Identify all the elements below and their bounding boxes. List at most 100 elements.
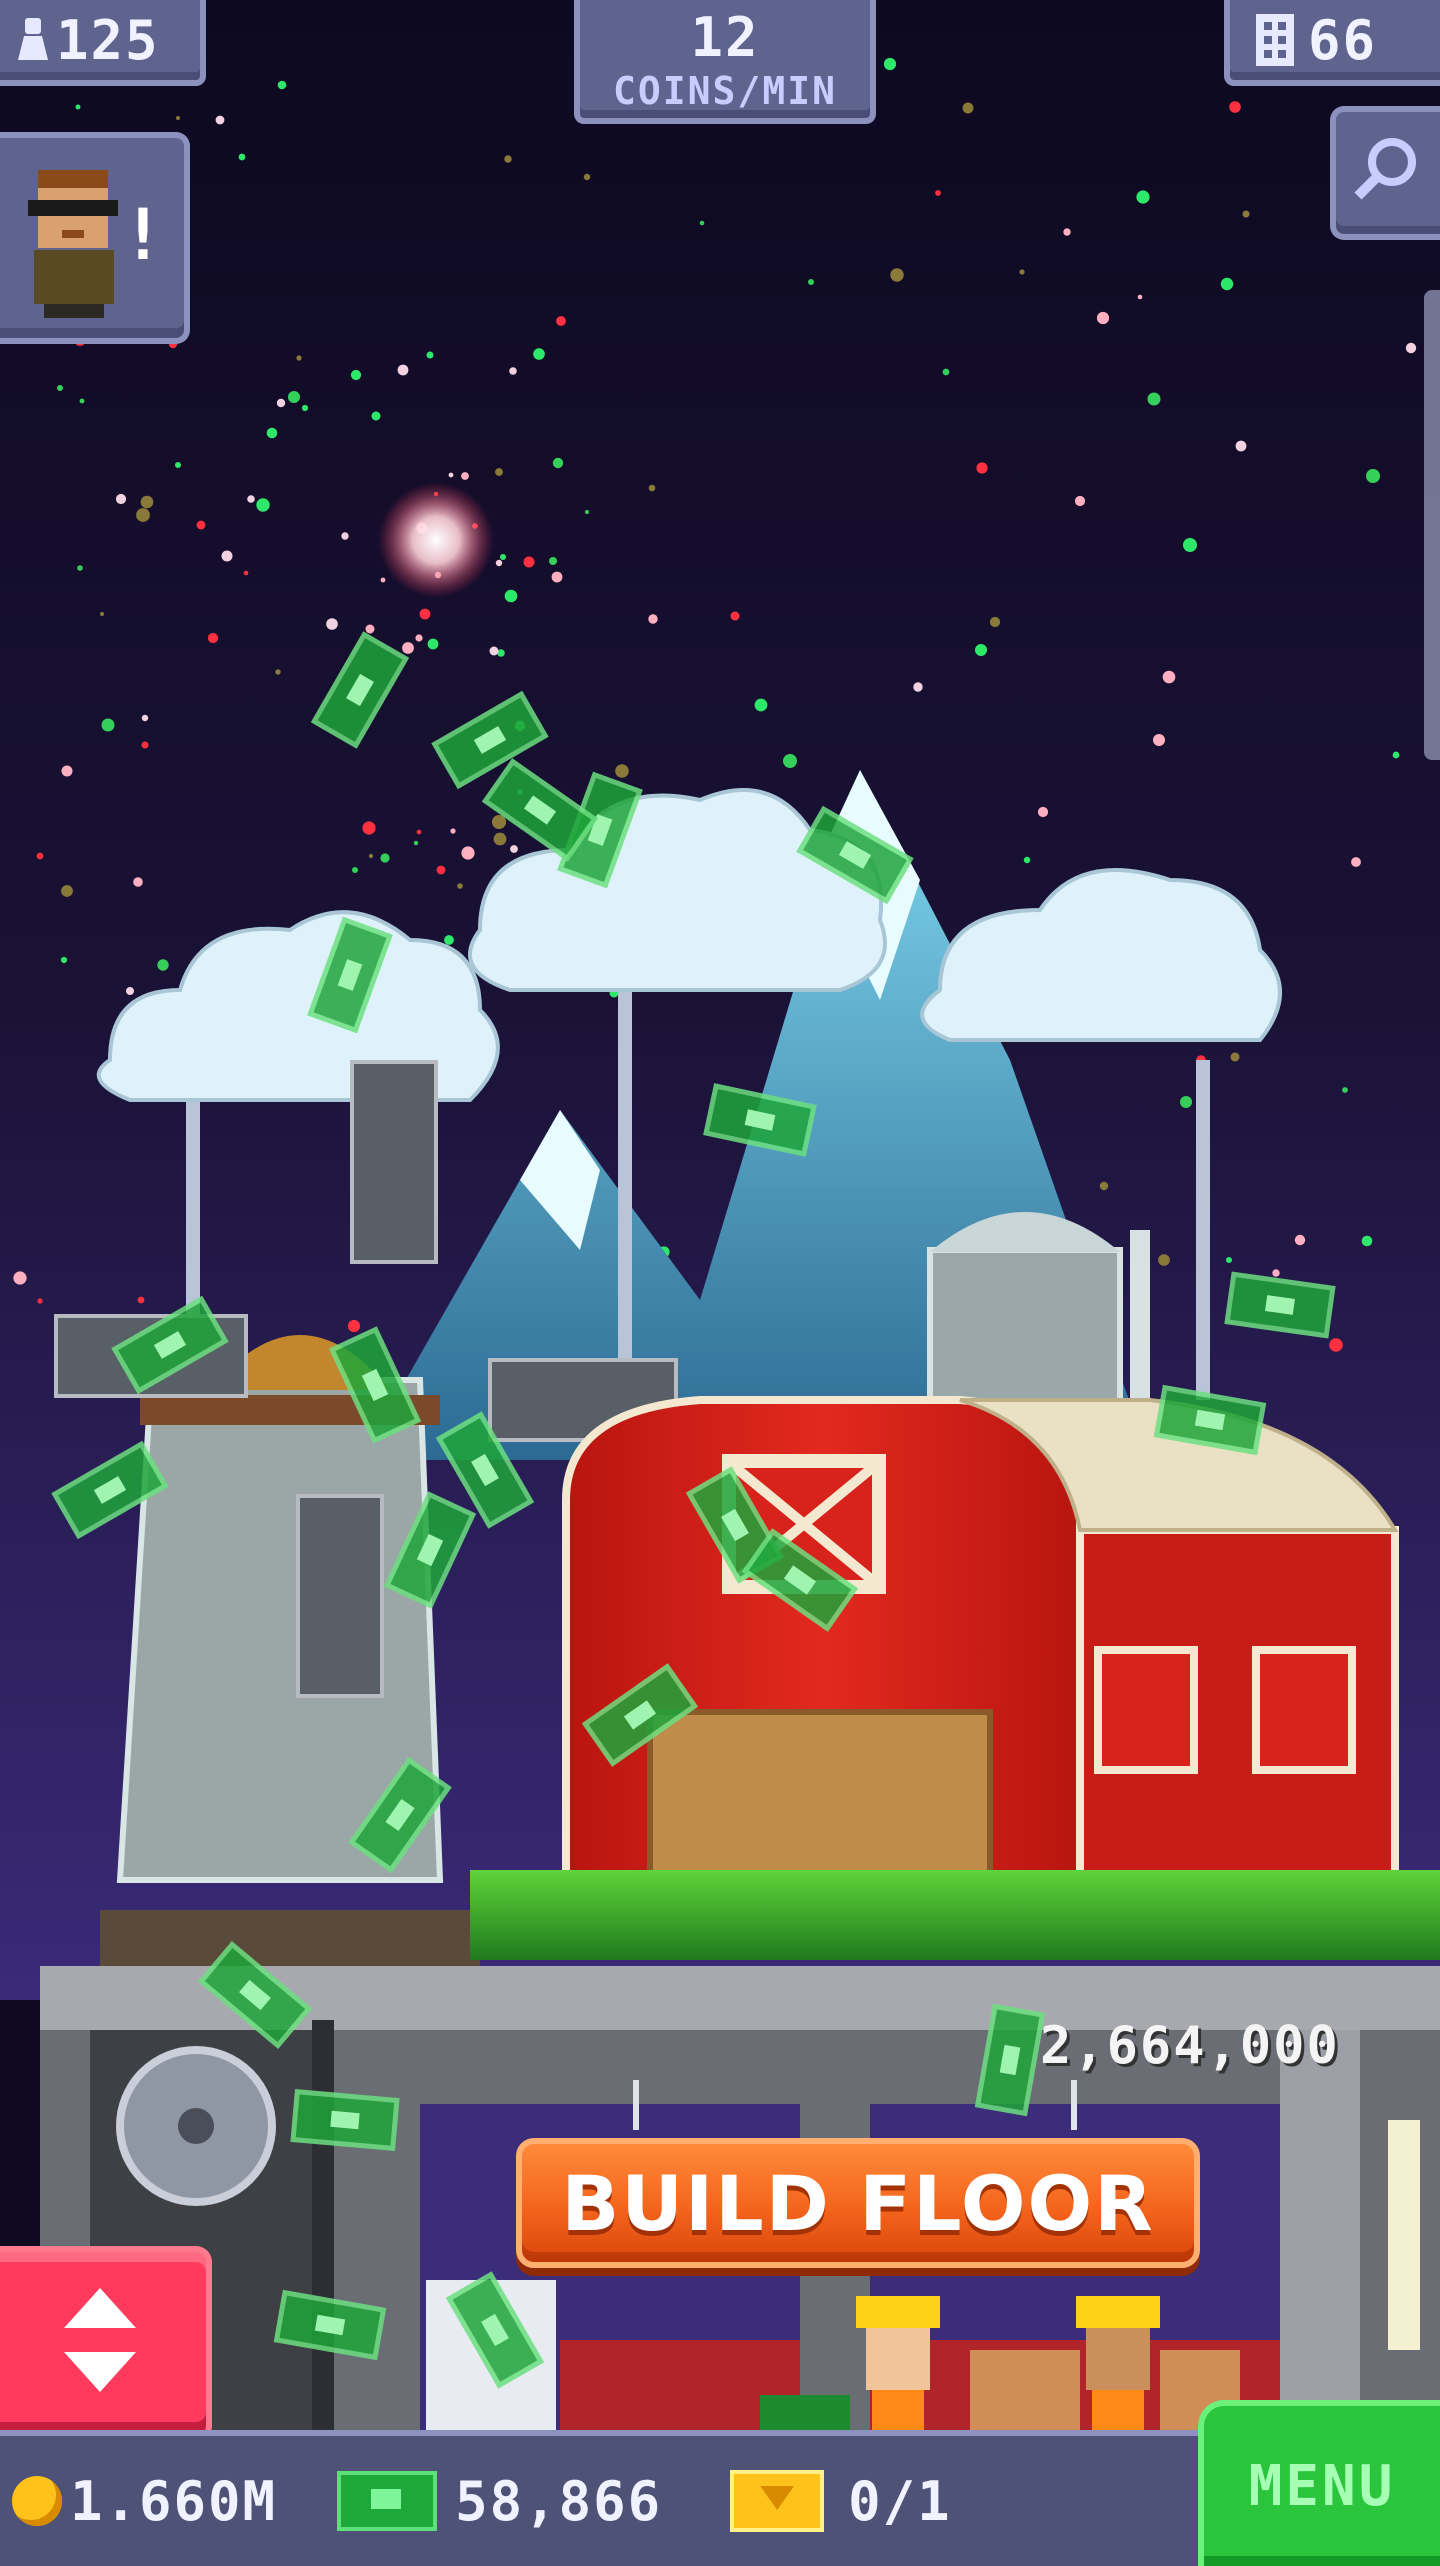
- firework-spark: [699, 220, 705, 226]
- firework-spark: [1366, 469, 1380, 483]
- firework-spark: [754, 698, 768, 712]
- firework-spark: [495, 468, 503, 476]
- firework-spark: [1023, 856, 1031, 864]
- firework-spark: [347, 1319, 361, 1333]
- firework-spark: [444, 935, 454, 945]
- firework-spark: [419, 608, 431, 620]
- firework-spark: [450, 828, 456, 834]
- bux-bill: [290, 2089, 400, 2151]
- firework-spark: [942, 368, 950, 376]
- firework-spark: [913, 682, 923, 692]
- firework-spark: [1137, 294, 1143, 300]
- firework-spark: [276, 398, 286, 408]
- firework-spark: [504, 155, 512, 163]
- firework-spark: [1099, 1181, 1109, 1191]
- vip-visitor-button[interactable]: !: [0, 132, 190, 344]
- firework-spark: [277, 80, 287, 90]
- alert-icon: !: [121, 194, 164, 276]
- firework-spark: [75, 104, 81, 110]
- firework-spark: [457, 883, 463, 889]
- firework-spark: [890, 268, 904, 282]
- firework-spark: [492, 815, 506, 829]
- population-value: 125: [56, 8, 160, 72]
- firework-spark: [371, 411, 381, 421]
- firework-spark: [207, 632, 219, 644]
- firework-spark: [583, 173, 591, 181]
- firework-spark: [215, 115, 225, 125]
- elevator-button[interactable]: [0, 2246, 212, 2442]
- firework-spark: [1392, 751, 1400, 759]
- firework-spark: [380, 577, 386, 583]
- bux-icon: [337, 2471, 438, 2531]
- firework-spark: [140, 495, 154, 509]
- firework-spark: [1158, 1254, 1170, 1266]
- firework-burst: [378, 482, 494, 598]
- firework-spark: [397, 364, 409, 376]
- menu-button[interactable]: MENU: [1198, 2400, 1440, 2566]
- search-button[interactable]: [1330, 106, 1440, 240]
- bux-bill: [1224, 1271, 1336, 1339]
- firework-spark: [976, 462, 988, 474]
- firework-spark: [37, 1298, 43, 1304]
- build-floor-button[interactable]: BUILD FLOOR: [516, 2138, 1200, 2268]
- firework-spark: [77, 565, 83, 571]
- firework-spark: [1136, 190, 1150, 204]
- firework-spark: [1147, 392, 1161, 406]
- elevator-arrows-icon: [64, 2288, 136, 2392]
- firework-spark: [352, 867, 358, 873]
- firework-spark: [615, 764, 629, 778]
- tickets-value: 0/1: [848, 2469, 952, 2533]
- firework-spark: [493, 832, 507, 846]
- firework-spark: [1063, 228, 1071, 236]
- firework-spark: [115, 493, 127, 505]
- firework-spark: [196, 520, 206, 530]
- firework-spark: [975, 644, 987, 656]
- firework-spark: [1037, 806, 1049, 818]
- firework-spark: [350, 369, 362, 381]
- firework-spark: [36, 852, 44, 860]
- firework-spark: [461, 846, 475, 860]
- firework-spark: [243, 570, 249, 576]
- firework-spark: [427, 638, 439, 650]
- firework-spark: [552, 457, 564, 469]
- firework-spark: [962, 102, 974, 114]
- firework-spark: [509, 367, 517, 375]
- firework-spark: [301, 404, 309, 412]
- floor-counter: 66: [1224, 0, 1440, 86]
- coins-per-minute: 12 COINS/MIN: [574, 0, 876, 124]
- floors-icon: [1256, 14, 1294, 66]
- population-counter: 125: [0, 0, 206, 86]
- vip-avatar: [28, 170, 118, 318]
- firework-spark: [648, 614, 658, 624]
- firework-spark: [13, 1271, 27, 1285]
- firework-spark: [141, 714, 149, 722]
- grass: [470, 1870, 1440, 1960]
- firework-spark: [136, 508, 150, 522]
- firework-spark: [133, 877, 143, 887]
- people-icon: [18, 18, 48, 62]
- firework-spark: [1226, 1257, 1232, 1263]
- firework-spark: [523, 556, 535, 568]
- firework-spark: [256, 498, 270, 512]
- firework-spark: [448, 472, 454, 478]
- coins-rate-value: 12: [690, 5, 760, 69]
- firework-spark: [380, 853, 390, 863]
- firework-spark: [1405, 342, 1417, 354]
- firework-spark: [783, 754, 797, 768]
- firework-spark: [176, 116, 180, 120]
- firework-spark: [402, 642, 414, 654]
- firework-spark: [1220, 277, 1234, 291]
- firework-spark: [362, 821, 376, 835]
- firework-spark: [326, 618, 338, 630]
- firework-spark: [1153, 734, 1165, 746]
- firework-spark: [61, 765, 73, 777]
- firework-spark: [436, 865, 446, 875]
- firework-spark: [1242, 210, 1250, 218]
- firework-spark: [1272, 1269, 1280, 1277]
- tower-scrollbar[interactable]: [1424, 290, 1440, 760]
- firework-spark: [1180, 1096, 1192, 1108]
- firework-spark: [730, 611, 740, 621]
- firework-spark: [415, 634, 423, 642]
- firework-spark: [365, 624, 375, 634]
- firework-spark: [1019, 269, 1025, 275]
